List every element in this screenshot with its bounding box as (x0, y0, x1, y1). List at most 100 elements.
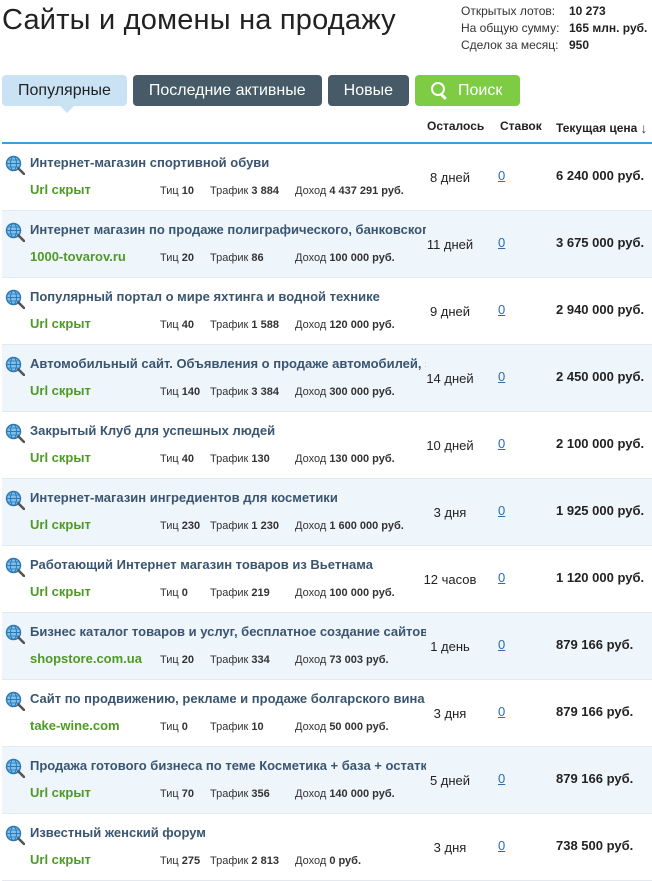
tic-label: Тиц (160, 587, 179, 599)
income-label: Доход (295, 788, 327, 800)
traffic-label: Трафик (210, 386, 249, 398)
lot-bids-link[interactable]: 0 (498, 168, 505, 183)
lot-income: Доход 100 000 руб. (295, 252, 395, 264)
lot-traffic: Трафик 1 230 (210, 520, 279, 532)
lot-bids-link[interactable]: 0 (498, 436, 505, 451)
lot-income: Доход 73 003 руб. (295, 654, 389, 666)
lot-title-link[interactable]: Бизнес каталог товаров и услуг, бесплатн… (30, 624, 426, 639)
lot-title-link[interactable]: Сайт по продвижению, рекламе и продаже б… (30, 691, 426, 706)
traffic-label: Трафик (210, 855, 249, 867)
lot-income: Доход 4 437 291 руб. (295, 185, 404, 197)
lots-table: Осталось Ставок Текущая цена ↓ Интернет-м… (2, 112, 652, 881)
lot-bids-link[interactable]: 0 (498, 637, 505, 652)
sort-arrow-icon: ↓ (640, 120, 648, 136)
lot-bids-link[interactable]: 0 (498, 369, 505, 384)
globe-search-icon (5, 758, 25, 778)
income-label: Доход (295, 453, 327, 465)
table-row: Автомобильный сайт. Объявления о продаже… (2, 345, 652, 412)
lot-bids-link[interactable]: 0 (498, 838, 505, 853)
lot-title-link[interactable]: Интернет-магазин ингредиентов для космет… (30, 490, 426, 505)
table-row: Известный женский форум Url скрыт Тиц 27… (2, 814, 652, 881)
lot-remaining: 14 дней (426, 371, 474, 386)
tic-label: Тиц (160, 386, 179, 398)
tic-label: Тиц (160, 520, 179, 532)
traffic-value: 130 (251, 453, 270, 465)
lot-title-link[interactable]: Автомобильный сайт. Объявления о продаже… (30, 356, 426, 371)
search-button[interactable]: Поиск (415, 75, 521, 106)
lot-bids-link[interactable]: 0 (498, 570, 505, 585)
lot-title-link[interactable]: Интернет-магазин спортивной обуви (30, 155, 426, 170)
lot-traffic: Трафик 3 384 (210, 386, 279, 398)
tab-recent-active[interactable]: Последние активные (132, 75, 322, 106)
tic-label: Тиц (160, 453, 179, 465)
lot-price: 2 940 000 руб. (556, 302, 645, 317)
lot-traffic: Трафик 2 813 (210, 855, 279, 867)
tic-value: 70 (181, 788, 194, 800)
lot-tic: Тиц 140 (160, 386, 200, 398)
stat-value: 165 млн. руб. (569, 21, 648, 35)
globe-search-icon (5, 624, 25, 644)
stat-value: 950 (569, 38, 590, 52)
income-value: 1 600 000 руб. (329, 520, 404, 532)
globe-search-icon (5, 356, 25, 376)
globe-search-icon (5, 222, 25, 242)
search-icon (431, 82, 448, 101)
lot-traffic: Трафик 356 (210, 788, 270, 800)
column-remaining[interactable]: Осталось (427, 119, 484, 133)
table-header: Осталось Ставок Текущая цена ↓ (2, 112, 652, 144)
tic-label: Тиц (160, 319, 179, 331)
income-label: Доход (295, 654, 327, 666)
tic-value: 20 (181, 654, 194, 666)
traffic-value: 334 (251, 654, 270, 666)
lot-title-link[interactable]: Популярный портал о мире яхтинга и водно… (30, 289, 426, 304)
lot-url: Url скрыт (30, 182, 91, 197)
page-title: Сайты и домены на продажу (2, 4, 396, 36)
tic-value: 0 (181, 721, 188, 733)
income-label: Доход (295, 252, 327, 264)
lot-bids-link[interactable]: 0 (498, 302, 505, 317)
column-price[interactable]: Текущая цена ↓ (556, 119, 648, 136)
tic-label: Тиц (160, 855, 179, 867)
traffic-value: 3 884 (251, 185, 279, 197)
traffic-value: 356 (251, 788, 270, 800)
lot-price: 2 450 000 руб. (556, 369, 645, 384)
lot-bids-link[interactable]: 0 (498, 503, 505, 518)
lot-title-link[interactable]: Закрытый Клуб для успешных людей (30, 423, 426, 438)
tab-new[interactable]: Новые (327, 75, 410, 106)
traffic-value: 10 (251, 721, 264, 733)
traffic-value: 2 813 (251, 855, 279, 867)
lot-title-link[interactable]: Работающий Интернет магазин товаров из В… (30, 557, 426, 572)
lot-url: Url скрыт (30, 785, 91, 800)
lot-bids-link[interactable]: 0 (498, 704, 505, 719)
lot-title-link[interactable]: Известный женский форум (30, 825, 426, 840)
globe-search-icon (5, 557, 25, 577)
search-label: Поиск (458, 81, 503, 99)
lot-bids-link[interactable]: 0 (498, 235, 505, 250)
income-label: Доход (295, 185, 327, 197)
lot-remaining: 5 дней (429, 773, 471, 788)
lot-tic: Тиц 20 (160, 252, 194, 264)
lot-remaining: 3 дня (433, 840, 467, 855)
traffic-label: Трафик (210, 252, 249, 264)
lot-url: Url скрыт (30, 450, 91, 465)
income-value: 0 руб. (329, 855, 362, 867)
lot-price: 1 120 000 руб. (556, 570, 645, 585)
tab-popular[interactable]: Популярные (2, 75, 127, 113)
tic-value: 10 (181, 185, 194, 197)
table-row: Продажа готового бизнеса по теме Космети… (2, 747, 652, 814)
lot-url: Url скрыт (30, 852, 91, 867)
income-label: Доход (295, 520, 327, 532)
stat-total-sum: На общую сумму: 165 млн. руб. (461, 20, 647, 37)
lot-title-link[interactable]: Интернет магазин по продаже полиграфичес… (30, 222, 426, 237)
table-row: Бизнес каталог товаров и услуг, бесплатн… (2, 613, 652, 680)
column-bids[interactable]: Ставок (500, 119, 542, 133)
income-value: 73 003 руб. (329, 654, 389, 666)
traffic-value: 3 384 (251, 386, 279, 398)
lot-remaining: 9 дней (429, 304, 471, 319)
lot-bids-link[interactable]: 0 (498, 771, 505, 786)
lot-url: Url скрыт (30, 316, 91, 331)
globe-search-icon (5, 289, 25, 309)
lot-title-link[interactable]: Продажа готового бизнеса по теме Космети… (30, 758, 426, 773)
traffic-label: Трафик (210, 788, 249, 800)
traffic-label: Трафик (210, 587, 249, 599)
